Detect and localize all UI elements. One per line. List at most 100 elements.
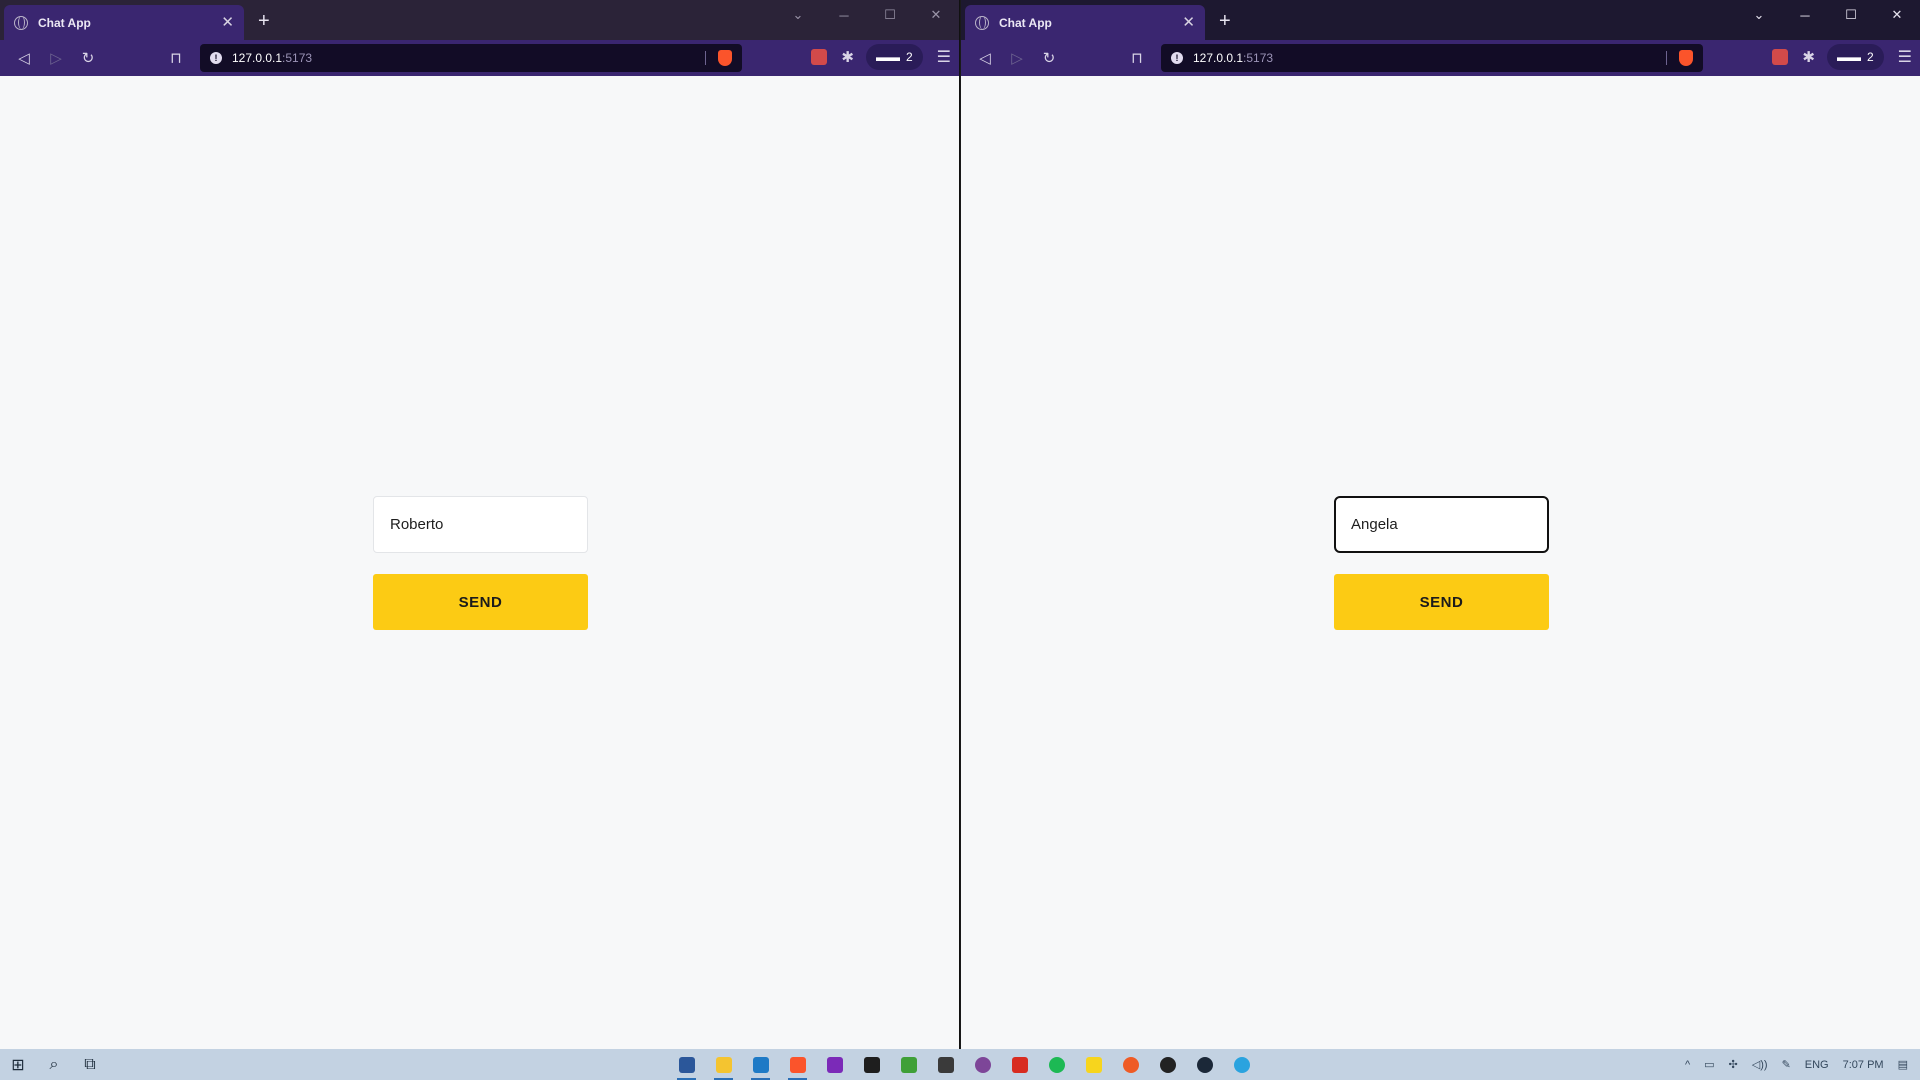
brave-icon[interactable]	[779, 1049, 816, 1080]
shields-count: 2	[905, 50, 913, 64]
spotify-icon[interactable]	[1038, 1049, 1075, 1080]
extensions-puzzle-icon[interactable]: ✱	[1802, 48, 1815, 66]
tab-title: Chat App	[999, 15, 1052, 30]
browser-toolbar: ◁ ▷ ↻ ⊓ ! 127.0.0.1:5173 ✱ ▬▬ 2 ☰	[0, 40, 959, 76]
forward-icon[interactable]: ▷	[40, 44, 72, 72]
file-explorer-icon[interactable]	[705, 1049, 742, 1080]
site-info-icon[interactable]: !	[1171, 52, 1183, 64]
brave-wallet-pill[interactable]: ▬▬ 2	[1826, 44, 1884, 70]
system-tray: ^ ▭ ✣ ◁)) ✎ ENG 7:07 PM ▤	[1685, 1049, 1920, 1080]
search-icon[interactable]: ⌕	[36, 1049, 72, 1080]
name-input[interactable]	[373, 496, 588, 553]
divider	[705, 51, 706, 65]
word-icon[interactable]	[668, 1049, 705, 1080]
window-controls: ⌄ ─ ☐ ✕	[775, 0, 959, 30]
new-tab-button[interactable]: +	[1219, 11, 1231, 31]
language-indicator[interactable]: ENG	[1805, 1059, 1829, 1071]
pen-icon[interactable]: ✎	[1782, 1058, 1791, 1071]
tab-chat-app[interactable]: Chat App ✕	[965, 5, 1205, 40]
back-icon[interactable]: ◁	[969, 44, 1001, 72]
close-window-button[interactable]: ✕	[1874, 0, 1920, 30]
maximize-button[interactable]: ☐	[867, 0, 913, 30]
notifications-icon[interactable]: ▤	[1898, 1058, 1908, 1071]
menu-icon[interactable]: ☰	[1898, 47, 1912, 67]
sublime-text-icon[interactable]	[927, 1049, 964, 1080]
close-window-button[interactable]: ✕	[913, 0, 959, 30]
title-bar: Chat App ✕ + ⌄ ─ ☐ ✕	[961, 0, 1920, 40]
reload-icon[interactable]: ↻	[72, 44, 104, 72]
sticky-notes-icon[interactable]	[1075, 1049, 1112, 1080]
brave-shields-icon[interactable]	[1679, 50, 1693, 66]
bookmark-icon[interactable]: ⊓	[160, 44, 192, 72]
tab-chat-app[interactable]: Chat App ✕	[4, 5, 244, 40]
reload-icon[interactable]: ↻	[1033, 44, 1065, 72]
extension-icon[interactable]	[811, 49, 828, 65]
telegram-icon[interactable]	[1223, 1049, 1260, 1080]
url-host: 127.0.0.1	[232, 51, 283, 65]
taskbar-left: ⊞ ⌕ ⧉	[0, 1049, 108, 1080]
bookmark-icon[interactable]: ⊓	[1121, 44, 1153, 72]
browser-toolbar: ◁ ▷ ↻ ⊓ ! 127.0.0.1:5173 ✱ ▬▬ 2 ☰	[961, 40, 1920, 76]
back-icon[interactable]: ◁	[8, 44, 40, 72]
url-host: 127.0.0.1	[1193, 51, 1244, 65]
brave-wallet-pill[interactable]: ▬▬ 2	[865, 44, 923, 70]
minimize-button[interactable]: ─	[1782, 0, 1828, 30]
desktop: Chat App ✕ + ⌄ ─ ☐ ✕ ◁ ▷ ↻ ⊓ ! 127.0.0.1…	[0, 0, 1920, 1080]
taskbar-apps	[668, 1049, 1260, 1080]
browser-window-right: Chat App ✕ + ⌄ ─ ☐ ✕ ◁ ▷ ↻ ⊓ ! 127.0.0.1…	[961, 0, 1920, 1049]
postman-icon[interactable]	[1112, 1049, 1149, 1080]
glasses-icon: ▬▬	[875, 50, 900, 64]
title-bar: Chat App ✕ + ⌄ ─ ☐ ✕	[0, 0, 959, 40]
tab-search-icon[interactable]: ⌄	[1736, 0, 1782, 30]
url-port: :5173	[1243, 51, 1274, 65]
volume-icon[interactable]: ◁))	[1752, 1058, 1768, 1071]
insomnia-icon[interactable]	[816, 1049, 853, 1080]
glasses-icon: ▬▬	[1836, 50, 1861, 64]
tor-browser-icon[interactable]	[964, 1049, 1001, 1080]
window-controls: ⌄ ─ ☐ ✕	[1736, 0, 1920, 30]
new-tab-button[interactable]: +	[258, 11, 270, 31]
minimize-button[interactable]: ─	[821, 0, 867, 30]
tab-search-icon[interactable]: ⌄	[775, 0, 821, 30]
figma-icon[interactable]	[853, 1049, 890, 1080]
url-port: :5173	[282, 51, 313, 65]
steam-icon[interactable]	[1186, 1049, 1223, 1080]
send-button[interactable]: SEND	[373, 574, 588, 630]
address-bar[interactable]: ! 127.0.0.1:5173	[1161, 44, 1703, 72]
close-tab-icon[interactable]: ✕	[1182, 15, 1195, 30]
send-button[interactable]: SEND	[1334, 574, 1549, 630]
shields-count: 2	[1866, 50, 1874, 64]
clock[interactable]: 7:07 PM	[1843, 1059, 1884, 1071]
taskbar: ⊞ ⌕ ⧉ ^ ▭ ✣ ◁)) ✎ ENG 7:07 PM ▤	[0, 1049, 1920, 1080]
redis-icon[interactable]	[1001, 1049, 1038, 1080]
globe-icon	[14, 15, 28, 30]
page-content: SEND	[961, 76, 1920, 1049]
mongodb-compass-icon[interactable]	[890, 1049, 927, 1080]
browser-window-left: Chat App ✕ + ⌄ ─ ☐ ✕ ◁ ▷ ↻ ⊓ ! 127.0.0.1…	[0, 0, 960, 1049]
page-content: SEND	[0, 76, 959, 1049]
close-tab-icon[interactable]: ✕	[221, 15, 234, 30]
extension-icon[interactable]	[1772, 49, 1789, 65]
forward-icon[interactable]: ▷	[1001, 44, 1033, 72]
start-windows-icon[interactable]: ⊞	[0, 1049, 36, 1080]
show-hidden-icons-icon[interactable]: ^	[1685, 1059, 1690, 1071]
network-icon[interactable]: ✣	[1729, 1058, 1738, 1071]
brave-shields-icon[interactable]	[718, 50, 732, 66]
maximize-button[interactable]: ☐	[1828, 0, 1874, 30]
chat-login-form: SEND	[373, 496, 588, 630]
toolbar-right: ✱ ▬▬ 2 ☰	[811, 44, 951, 70]
task-view-icon[interactable]: ⧉	[72, 1049, 108, 1080]
globe-icon	[975, 15, 989, 30]
site-info-icon[interactable]: !	[210, 52, 222, 64]
menu-icon[interactable]: ☰	[937, 47, 951, 67]
battery-icon[interactable]: ▭	[1704, 1058, 1714, 1071]
wikipedia-icon[interactable]	[1149, 1049, 1186, 1080]
name-input[interactable]	[1334, 496, 1549, 553]
divider	[1666, 51, 1667, 65]
toolbar-right: ✱ ▬▬ 2 ☰	[1772, 44, 1912, 70]
tab-title: Chat App	[38, 15, 91, 30]
address-bar[interactable]: ! 127.0.0.1:5173	[200, 44, 742, 72]
vscode-icon[interactable]	[742, 1049, 779, 1080]
chat-login-form: SEND	[1334, 496, 1549, 630]
extensions-puzzle-icon[interactable]: ✱	[841, 48, 854, 66]
